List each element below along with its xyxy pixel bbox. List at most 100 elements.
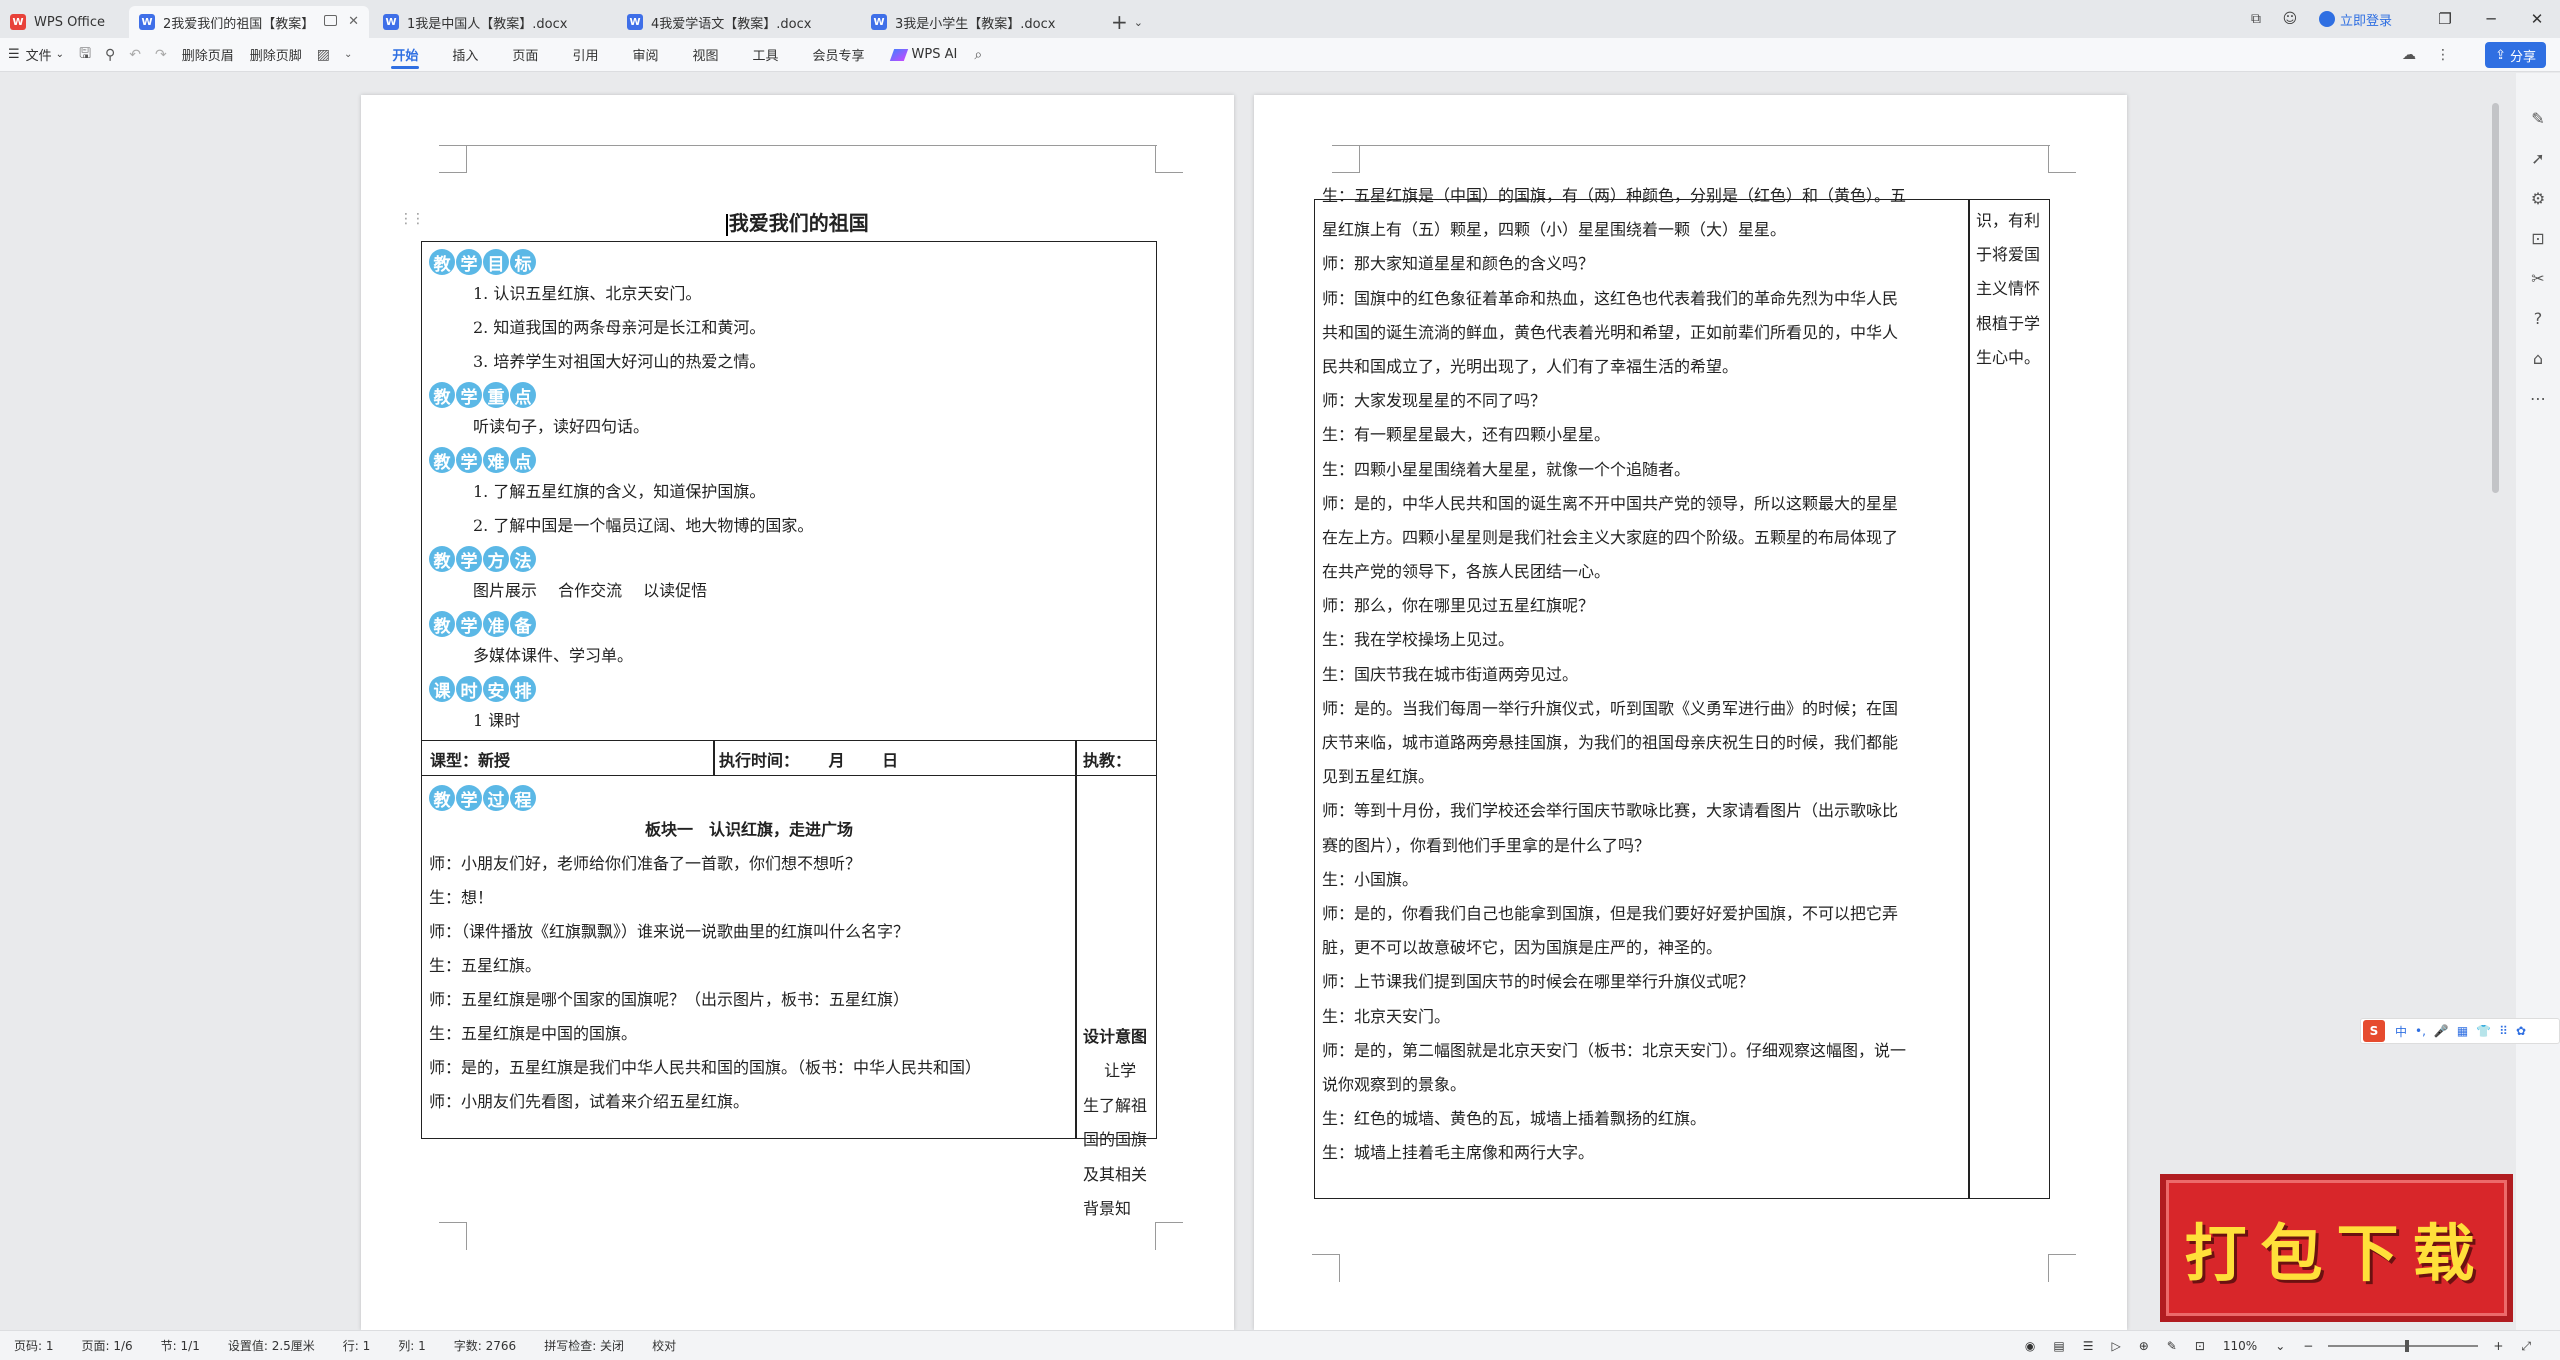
ime-toolbar[interactable]: S 中 •, 🎤 ▦ 👕 ⠿ ✿	[2360, 1018, 2560, 1044]
page-view-icon[interactable]: ▤	[2044, 1339, 2073, 1353]
design-intent: 设计意图 让学 生了解祖 国的国旗 及其相关 背景知	[1083, 1020, 1153, 1227]
document-canvas[interactable]: ⋮⋮ 我爱我们的祖国 教学目标 1. 认识五星红旗、北京天安门。 2. 知道我国的两…	[0, 73, 2532, 1330]
wps-logo-icon: W	[10, 14, 26, 30]
chevron-down-icon[interactable]: ⌄	[337, 49, 359, 60]
design-line: 背景知	[1083, 1199, 1132, 1218]
zoom-level[interactable]: 110%	[2214, 1339, 2266, 1353]
chevron-down-icon[interactable]: ⌄	[1134, 16, 1143, 29]
fit-icon[interactable]: ⊡	[2186, 1339, 2214, 1353]
tab-review[interactable]: 审阅	[615, 38, 675, 72]
close-window-icon[interactable]: ✕	[2514, 10, 2560, 28]
window-icon[interactable]	[324, 15, 337, 26]
more-icon[interactable]: ⋮	[2426, 47, 2460, 63]
format-painter-icon[interactable]: ⚲	[98, 47, 122, 63]
body-line: 师：是的，第二幅图就是北京天安门（板书：北京天安门）。仔细观察这幅图，说一	[1322, 1040, 1907, 1060]
download-banner[interactable]: 打包下载	[2160, 1174, 2513, 1322]
fullscreen-icon[interactable]: ⤢	[2512, 1339, 2540, 1354]
tab-member[interactable]: 会员专享	[796, 38, 882, 72]
teacher-field: 执教：	[1083, 751, 1132, 770]
badge-char: 教	[429, 611, 455, 637]
tab-page[interactable]: 页面	[495, 38, 555, 72]
cloud-sync-icon[interactable]: ☁	[2392, 47, 2426, 63]
process-line: 生：五星红旗。	[429, 956, 542, 975]
eye-icon[interactable]: ◉	[2016, 1339, 2044, 1353]
status-pages[interactable]: 页面: 1/6	[68, 1337, 147, 1354]
tab-insert[interactable]: 插入	[435, 38, 495, 72]
process-lines: 师：小朋友们好，老师给你们准备了一首歌，你们想不想听？ 生：想！ 师：（课件播放《红…	[429, 847, 1069, 1119]
zoom-in-icon[interactable]: +	[2484, 1339, 2512, 1353]
search-icon[interactable]: ⌕	[967, 47, 989, 63]
review-icon[interactable]: ⊡	[2531, 229, 2544, 269]
status-section[interactable]: 节: 1/1	[147, 1337, 214, 1354]
status-col[interactable]: 列: 1	[384, 1337, 440, 1354]
web-icon[interactable]: ⊕	[2130, 1339, 2158, 1353]
wps-ai-button[interactable]: WPS AI	[882, 47, 968, 62]
page-title[interactable]: 我爱我们的祖国	[361, 207, 1234, 236]
menu-icon: ☰	[8, 47, 20, 62]
adjust-icon[interactable]: ⚙	[2531, 189, 2545, 229]
outline-icon[interactable]: ☰	[2074, 1339, 2103, 1353]
restore-icon[interactable]: ❐	[2422, 10, 2468, 28]
tab-references[interactable]: 引用	[555, 38, 615, 72]
share-button[interactable]: ⇪ 分享	[2485, 42, 2546, 68]
keyboard-icon[interactable]: ▦	[2453, 1024, 2472, 1038]
vertical-scrollbar[interactable]	[2488, 73, 2504, 1330]
edit-pen-icon[interactable]: ✎	[2531, 109, 2544, 149]
tools-icon[interactable]: ✂	[2531, 269, 2544, 309]
status-setting[interactable]: 设置值: 2.5厘米	[214, 1337, 329, 1354]
tab-wps-home[interactable]: W WPS Office	[0, 6, 125, 38]
delete-header-button[interactable]: 删除页眉	[174, 38, 242, 72]
status-words[interactable]: 字数: 2766	[440, 1337, 530, 1354]
status-proof[interactable]: 校对	[638, 1337, 690, 1354]
zoom-slider[interactable]	[2328, 1340, 2479, 1352]
more-icon[interactable]: ⋯	[2530, 389, 2546, 429]
ime-punct-icon[interactable]: •,	[2411, 1024, 2430, 1038]
badge-char: 准	[483, 611, 509, 637]
login-button[interactable]: 立即登录	[2318, 10, 2392, 29]
ime-item[interactable]: 中	[2391, 1023, 2411, 1040]
tab-doc-4[interactable]: W 4我爱学语文【教案】.docx	[617, 6, 857, 38]
play-icon[interactable]: ▷	[2102, 1339, 2129, 1353]
redo-icon[interactable]: ↷	[148, 47, 174, 63]
new-tab-button[interactable]: + ⌄	[1111, 6, 1143, 38]
tab-doc-2[interactable]: W 2我爱我们的祖国【教案】.docx ✕	[129, 6, 369, 38]
tab-view[interactable]: 视图	[675, 38, 735, 72]
skin-icon[interactable]: ☺	[2273, 11, 2307, 27]
zoom-out-icon[interactable]: −	[2294, 1339, 2322, 1353]
process-line: 师：小朋友们先看图，试着来介绍五星红旗。	[429, 1092, 750, 1111]
layout-icon[interactable]: ⧉	[2239, 11, 2273, 27]
status-spell[interactable]: 拼写检查: 关闭	[530, 1337, 638, 1354]
select-arrow-icon[interactable]: ➚	[2531, 149, 2544, 189]
skin-icon[interactable]: 👕	[2472, 1024, 2495, 1038]
help-icon[interactable]: ?	[2534, 309, 2543, 349]
minimize-icon[interactable]: ─	[2468, 10, 2514, 28]
mic-icon[interactable]: 🎤	[2430, 1024, 2453, 1038]
status-row[interactable]: 行: 1	[329, 1337, 385, 1354]
image-icon[interactable]: ▨	[310, 47, 337, 63]
pen-icon[interactable]: ✎	[2158, 1339, 2186, 1353]
body-line: 生：北京天安门。	[1322, 1006, 1451, 1026]
zoom-knob[interactable]	[2405, 1340, 2410, 1352]
chevron-down-icon[interactable]: ⌄	[2266, 1339, 2294, 1353]
delete-footer-button[interactable]: 删除页脚	[242, 38, 310, 72]
badge-char: 学	[456, 611, 482, 637]
scroll-thumb[interactable]	[2492, 103, 2499, 493]
bookmark-icon[interactable]: ⌂	[2533, 349, 2543, 389]
page-1[interactable]: ⋮⋮ 我爱我们的祖国 教学目标 1. 认识五星红旗、北京天安门。 2. 知道我国的两…	[361, 95, 1234, 1330]
tab-label: 3我是小学生【教案】.docx	[895, 16, 1056, 32]
tab-home[interactable]: 开始	[375, 38, 435, 72]
tab-tools[interactable]: 工具	[735, 38, 795, 72]
file-menu[interactable]: ☰ 文件 ⌄	[0, 38, 72, 72]
delete-footer-label: 删除页脚	[249, 49, 302, 64]
save-icon[interactable]: 🖫	[72, 43, 98, 67]
undo-icon[interactable]: ↶	[122, 47, 148, 63]
grid-icon[interactable]: ⠿	[2495, 1024, 2512, 1038]
body-line: 师：是的。当我们每周一举行升旗仪式，听到国歌《义勇军进行曲》的时候；在国	[1322, 698, 1899, 718]
flower-icon[interactable]: ✿	[2512, 1024, 2530, 1038]
tab-doc-3[interactable]: W 3我是小学生【教案】.docx	[861, 6, 1101, 38]
tab-doc-1[interactable]: W 1我是中国人【教案】.docx	[373, 6, 613, 38]
close-tab-icon[interactable]: ✕	[348, 14, 359, 29]
status-page[interactable]: 页码: 1	[0, 1337, 68, 1354]
body-line: 生：小国旗。	[1322, 869, 1419, 889]
badge-char: 学	[456, 382, 482, 408]
